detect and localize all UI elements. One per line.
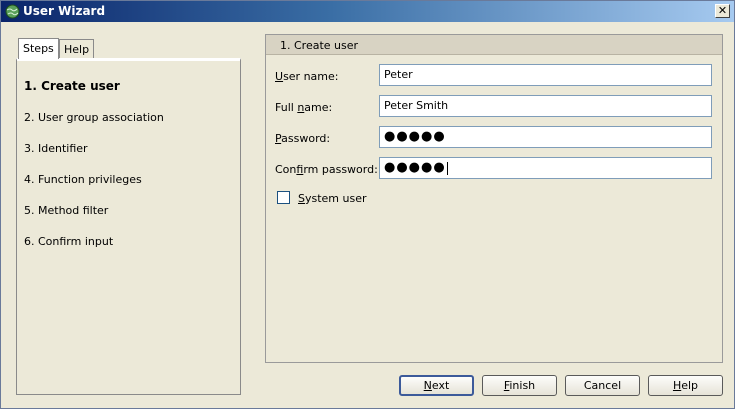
- button-label: ext: [431, 379, 450, 392]
- step-user-group-association[interactable]: 2. User group association: [24, 111, 164, 124]
- password-label: Password:: [275, 132, 330, 145]
- user-name-label: User name:: [275, 70, 338, 83]
- label-mnemonic: S: [298, 192, 305, 205]
- user-name-input[interactable]: Peter: [379, 64, 712, 86]
- confirm-password-value: ●●●●●: [384, 160, 446, 175]
- globe-icon: [5, 4, 20, 19]
- text-caret: [446, 161, 448, 175]
- user-wizard-window: User Wizard ✕ Steps Help 1. Create user …: [0, 0, 735, 409]
- confirm-password-input[interactable]: ●●●●●: [379, 157, 712, 179]
- steps-panel: 1. Create user 2. User group association…: [16, 58, 241, 395]
- button-mnemonic: H: [672, 379, 682, 392]
- button-label: inish: [509, 379, 536, 392]
- cancel-button[interactable]: Cancel: [565, 375, 640, 396]
- create-user-panel: 1. Create user User name: Peter Full nam…: [265, 34, 723, 363]
- password-value: ●●●●●: [384, 129, 446, 144]
- button-label: elp: [681, 379, 699, 392]
- confirm-password-label: Confirm password:: [275, 163, 378, 176]
- full-name-value: Peter Smith: [384, 99, 449, 112]
- tab-steps[interactable]: Steps: [18, 38, 59, 59]
- label-suffix: irm password:: [303, 163, 378, 176]
- step-method-filter[interactable]: 5. Method filter: [24, 204, 108, 217]
- finish-button[interactable]: Finish: [482, 375, 557, 396]
- system-user-label[interactable]: System user: [298, 192, 367, 205]
- system-user-checkbox[interactable]: [277, 191, 290, 204]
- tab-help[interactable]: Help: [59, 39, 95, 59]
- step-function-privileges[interactable]: 4. Function privileges: [24, 173, 142, 186]
- tab-help-label: Help: [64, 43, 90, 56]
- full-name-label: Full name:: [275, 101, 332, 114]
- step-identifier[interactable]: 3. Identifier: [24, 142, 88, 155]
- help-button[interactable]: Help: [648, 375, 723, 396]
- window-title: User Wizard: [23, 4, 106, 18]
- label-suffix: ser name:: [283, 70, 339, 83]
- password-input[interactable]: ●●●●●: [379, 126, 712, 148]
- title-bar[interactable]: User Wizard ✕: [1, 1, 734, 22]
- close-button[interactable]: ✕: [715, 4, 730, 18]
- full-name-input[interactable]: Peter Smith: [379, 95, 712, 117]
- tab-steps-label: Steps: [23, 42, 54, 55]
- panel-header: 1. Create user: [266, 35, 722, 55]
- panel-header-title: 1. Create user: [280, 39, 359, 52]
- next-button[interactable]: Next: [399, 375, 474, 396]
- user-name-value: Peter: [384, 68, 413, 81]
- label-suffix: assword:: [281, 132, 331, 145]
- label-prefix: Full: [275, 101, 298, 114]
- label-prefix: Con: [275, 163, 297, 176]
- label-suffix: ame:: [304, 101, 333, 114]
- label-mnemonic: U: [275, 70, 284, 83]
- button-label: Cancel: [583, 379, 622, 392]
- step-create-user[interactable]: 1. Create user: [24, 79, 120, 93]
- step-confirm-input[interactable]: 6. Confirm input: [24, 235, 113, 248]
- button-mnemonic: N: [423, 379, 432, 392]
- close-icon: ✕: [717, 4, 728, 17]
- label-suffix: ystem user: [304, 192, 367, 205]
